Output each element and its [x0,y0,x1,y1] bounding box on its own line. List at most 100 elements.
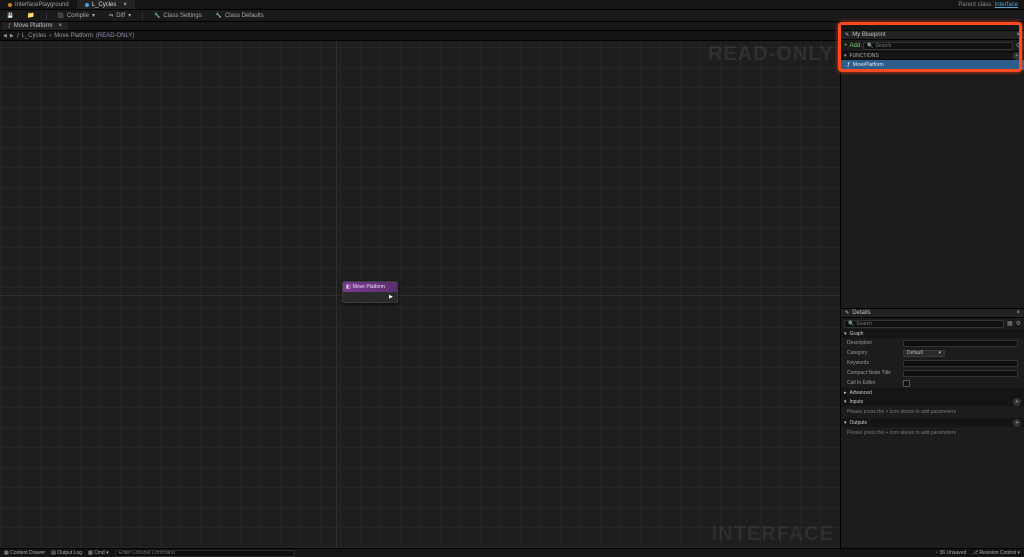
gear-icon[interactable]: ⚙ [1016,320,1021,327]
add-search-row: +Add ⚙ [841,40,1024,51]
close-icon[interactable]: × [1016,32,1020,38]
panel-title: My Blueprint [852,32,885,38]
toolbar: 📁 Compile▾ Diff▾ Class Settings Class De… [0,10,1024,22]
revision-control-button[interactable]: ⎇ Revision Control ▾ [972,550,1020,556]
chevron-right-icon: › [49,33,51,39]
outputs-header[interactable]: ▾ Outputs + [841,418,1024,427]
right-column: My Blueprint × +Add ⚙ ▾ FUNCTIONS + ƒ Mo… [840,31,1024,548]
graph-canvas[interactable]: READ-ONLY INTERFACE ◧ Move Platform [0,41,840,548]
nav-forward-icon[interactable] [10,33,14,39]
gear-icon[interactable]: ⚙ [1016,42,1021,49]
compile-label: Compile [67,13,89,19]
watermark-interface: INTERFACE [712,523,834,546]
output-log-button[interactable]: ▤ Output Log [51,550,82,556]
pencil-icon [845,32,849,38]
details-tab[interactable]: Details × [841,309,1024,318]
outputs-hint: Please press the + icon above to add par… [841,427,1024,439]
blueprint-node-move-platform[interactable]: ◧ Move Platform [342,281,398,303]
compile-icon [58,13,64,19]
inputs-header[interactable]: ▾ Inputs + [841,397,1024,406]
divider [46,12,47,20]
chevron-down-icon: ▾ [92,12,95,19]
search-input[interactable] [856,321,1000,327]
detail-row-call-in-editor: Call In Editor [841,378,1024,388]
wrench-icon [154,13,160,19]
breadcrumb-root[interactable]: L_Cycles [17,33,46,39]
browse-button[interactable]: 📁 [24,12,37,19]
details-search-row: ▦ ⚙ [841,318,1024,329]
graph-section-header[interactable]: ▾ Graph [841,329,1024,338]
close-icon[interactable]: × [58,23,62,29]
compile-button[interactable]: Compile▾ [55,12,98,19]
close-icon[interactable]: × [123,2,127,8]
diff-label: Diff [116,13,125,19]
add-output-button[interactable]: + [1013,419,1021,427]
status-bar: ▦ Content Drawer ▤ Output Log ▦ Cmd ▾ ▫ … [0,548,1024,557]
file-tab-lcycles[interactable]: L_Cycles × [77,0,135,9]
chevron-down-icon: ▾ [844,399,847,405]
row-label: Call In Editor [847,380,903,386]
my-blueprint-body: +Add ⚙ ▾ FUNCTIONS + ƒ MovePlatform [841,40,1024,70]
tab-label: L_Cycles [92,2,117,8]
content-drawer-button[interactable]: ▦ Content Drawer [4,550,45,556]
section-label: FUNCTIONS [850,53,879,59]
breadcrumb-item[interactable]: Move Platform [54,33,93,39]
add-input-button[interactable]: + [1013,398,1021,406]
unsaved-indicator[interactable]: ▫ 36 Unsaved [936,550,966,556]
exec-out-pin[interactable] [389,295,395,299]
file-tab-bar: InterfacePlayground L_Cycles × Parent cl… [0,0,1024,10]
add-function-button[interactable]: + [1013,52,1021,60]
node-body [343,292,397,302]
function-icon [17,33,20,39]
add-label: Add [850,43,861,49]
search-input[interactable] [875,43,1008,49]
tab-label: Move Platform [14,23,53,29]
watermark-readonly: READ-ONLY [708,43,834,66]
parent-class-label: Parent class: Interface [958,2,1024,8]
chevron-down-icon: ▾ [844,420,847,426]
search-icon [848,320,854,327]
compact-title-input[interactable] [903,370,1018,377]
keywords-input[interactable] [903,360,1018,367]
close-icon[interactable]: × [1016,310,1020,316]
folder-icon: 📁 [27,12,34,19]
graph-tab-bar: Move Platform × [0,22,1024,31]
console-input[interactable] [115,550,295,557]
function-icon [8,23,11,29]
my-blueprint-tab[interactable]: My Blueprint × [841,31,1024,40]
call-in-editor-checkbox[interactable] [903,380,910,387]
detail-row-compact-title: Compact Node Title [841,368,1024,378]
advanced-section-header[interactable]: ▸ Advanced [841,388,1024,397]
pencil-icon [845,310,849,316]
section-label: Graph [850,331,864,337]
category-dropdown[interactable]: Default▾ [903,350,945,357]
graph-column: L_Cycles › Move Platform (READ-ONLY) REA… [0,31,840,548]
parent-class-text: Parent class: [958,2,993,8]
detail-row-description: Description [841,338,1024,348]
row-label: Keywords [847,360,903,366]
save-button[interactable] [4,13,16,19]
nav-back-icon[interactable] [3,33,7,39]
details-search[interactable] [844,320,1004,328]
inputs-hint: Please press the + icon above to add par… [841,406,1024,418]
view-options-icon[interactable]: ▦ [1007,320,1013,327]
save-icon [7,13,13,19]
breadcrumb: L_Cycles › Move Platform (READ-ONLY) [0,31,840,41]
diff-button[interactable]: Diff▾ [106,12,134,19]
node-icon: ◧ [346,284,351,290]
chevron-down-icon: ▾ [938,350,941,356]
class-defaults-button[interactable]: Class Defaults [213,13,267,19]
description-input[interactable] [903,340,1018,347]
cmd-dropdown[interactable]: ▦ Cmd ▾ [88,550,109,556]
add-button[interactable]: +Add [844,43,860,49]
search-icon [867,42,873,49]
parent-class-link[interactable]: Interface [995,2,1018,8]
graph-tab-move-platform[interactable]: Move Platform × [2,22,68,30]
function-item-moveplatform[interactable]: ƒ MovePlatform [841,60,1024,70]
class-settings-button[interactable]: Class Settings [151,13,205,19]
details-panel: Details × ▦ ⚙ ▾ Graph Description Cate [841,308,1024,548]
functions-header[interactable]: ▾ FUNCTIONS + [841,51,1024,60]
file-tab-interfaceplayground[interactable]: InterfacePlayground [0,0,77,9]
my-blueprint-search[interactable] [863,42,1012,50]
node-header[interactable]: ◧ Move Platform [343,282,397,292]
